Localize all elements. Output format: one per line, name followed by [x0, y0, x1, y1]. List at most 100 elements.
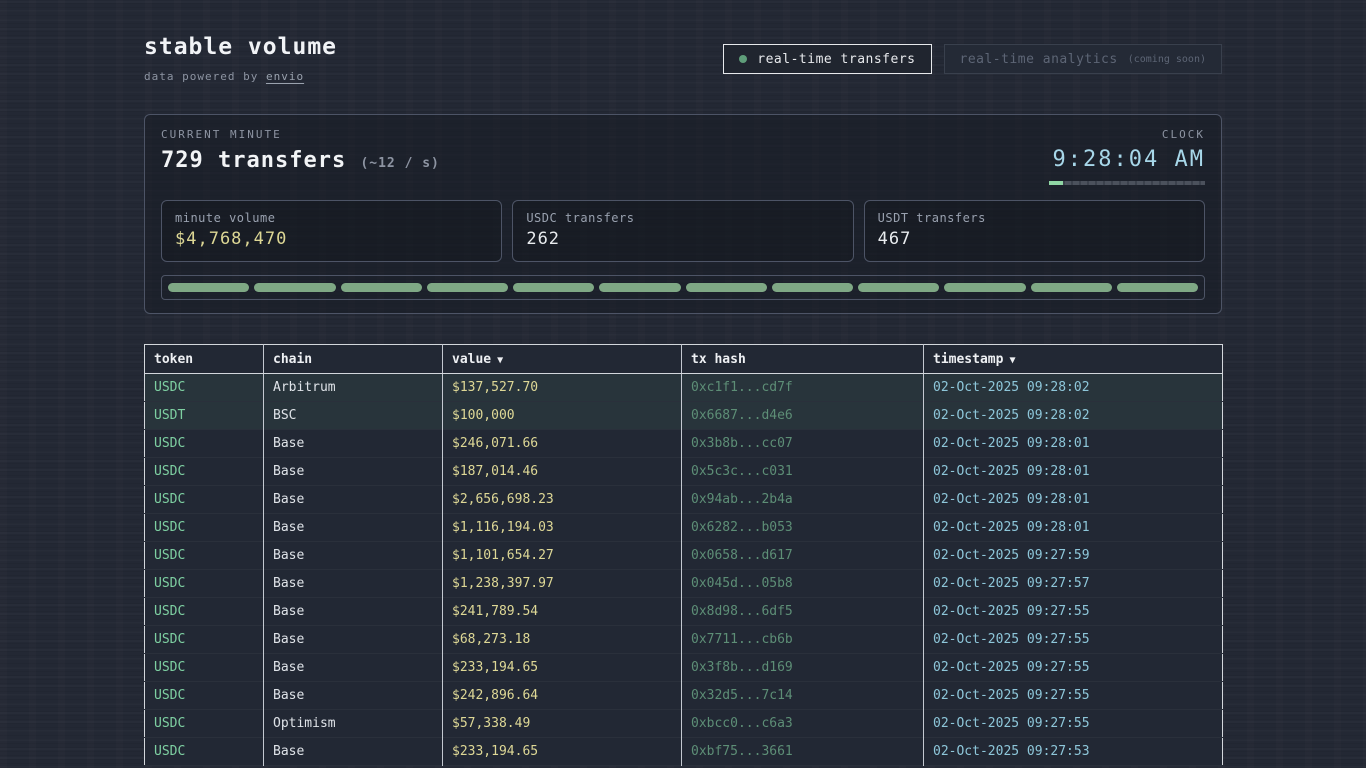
table-row: USDCOptimism$57,338.490xbcc0...c6a302-Oc…	[145, 710, 1223, 738]
tab-bar: real-time transfers real-time analytics …	[723, 44, 1222, 74]
table-row: USDCBase$1,238,397.970x045d...05b802-Oct…	[145, 570, 1223, 598]
capacity-segment	[1117, 283, 1198, 292]
cell-tx-hash[interactable]: 0xc1f1...cd7f	[682, 374, 924, 402]
cell-chain: Base	[264, 542, 443, 570]
cell-tx-hash[interactable]: 0x32d5...7c14	[682, 682, 924, 710]
cell-timestamp: 02-Oct-2025 09:28:01	[924, 458, 1223, 486]
cell-tx-hash[interactable]: 0x8d98...6df5	[682, 598, 924, 626]
envio-link[interactable]: envio	[266, 70, 304, 83]
capacity-segment	[772, 283, 853, 292]
cell-value: $137,527.70	[443, 374, 682, 402]
table-row: USDCBase$187,014.460x5c3c...c03102-Oct-2…	[145, 458, 1223, 486]
capacity-segment	[341, 283, 422, 292]
cell-token: USDC	[145, 570, 264, 598]
cell-token: USDC	[145, 710, 264, 738]
table-row: USDCBase$68,273.180x7711...cb6b02-Oct-20…	[145, 626, 1223, 654]
cell-value: $241,789.54	[443, 598, 682, 626]
cell-tx-hash[interactable]: 0x94ab...2b4a	[682, 486, 924, 514]
cell-timestamp: 02-Oct-2025 09:28:02	[924, 374, 1223, 402]
cell-timestamp: 02-Oct-2025 09:28:02	[924, 402, 1223, 430]
cell-tx-hash[interactable]: 0x0658...d617	[682, 542, 924, 570]
table-row: USDCBase$1,101,654.270x0658...d61702-Oct…	[145, 542, 1223, 570]
tab-real-time-analytics[interactable]: real-time analytics (coming soon)	[944, 44, 1223, 74]
tab-label: real-time transfers	[757, 52, 915, 67]
transfers-table: token chain value▼ tx hash timestamp▼ US…	[144, 344, 1223, 766]
cell-value: $2,656,698.23	[443, 486, 682, 514]
sort-desc-icon: ▼	[497, 355, 503, 366]
cell-chain: Optimism	[264, 710, 443, 738]
cell-tx-hash[interactable]: 0x6282...b053	[682, 514, 924, 542]
panel-top-row: CURRENT MINUTE 729 transfers (~12 / s) C…	[161, 128, 1205, 185]
capacity-segment	[686, 283, 767, 292]
cell-timestamp: 02-Oct-2025 09:27:59	[924, 542, 1223, 570]
cell-tx-hash[interactable]: 0xbf75...3661	[682, 738, 924, 766]
cell-token: USDC	[145, 682, 264, 710]
cell-tx-hash[interactable]: 0x3b8b...cc07	[682, 430, 924, 458]
cell-tx-hash[interactable]: 0x045d...05b8	[682, 570, 924, 598]
clock-block: CLOCK 9:28:04 AM	[1049, 128, 1205, 185]
cell-timestamp: 02-Oct-2025 09:28:01	[924, 430, 1223, 458]
cell-token: USDT	[145, 402, 264, 430]
cell-timestamp: 02-Oct-2025 09:27:55	[924, 710, 1223, 738]
table-row: USDTBSC$100,0000x6687...d4e602-Oct-2025 …	[145, 402, 1223, 430]
capacity-segment	[513, 283, 594, 292]
minute-progress-fill	[1049, 181, 1063, 185]
stat-usdc-transfers: USDC transfers 262	[512, 200, 853, 262]
cell-chain: Base	[264, 626, 443, 654]
brand-block: stable volume data powered by envio	[144, 34, 337, 83]
cell-timestamp: 02-Oct-2025 09:27:53	[924, 738, 1223, 766]
cell-timestamp: 02-Oct-2025 09:27:57	[924, 570, 1223, 598]
sort-desc-icon: ▼	[1009, 355, 1015, 366]
cell-value: $57,338.49	[443, 710, 682, 738]
cell-chain: Base	[264, 458, 443, 486]
cell-chain: Base	[264, 738, 443, 766]
cell-tx-hash[interactable]: 0x5c3c...c031	[682, 458, 924, 486]
cell-token: USDC	[145, 654, 264, 682]
cell-tx-hash[interactable]: 0x6687...d4e6	[682, 402, 924, 430]
table-header-row: token chain value▼ tx hash timestamp▼	[145, 345, 1223, 374]
tab-real-time-transfers[interactable]: real-time transfers	[723, 44, 931, 74]
cell-value: $1,116,194.03	[443, 514, 682, 542]
transfers-summary: CURRENT MINUTE 729 transfers (~12 / s)	[161, 128, 440, 173]
table-row: USDCBase$1,116,194.030x6282...b05302-Oct…	[145, 514, 1223, 542]
coming-soon-badge: (coming soon)	[1128, 54, 1206, 65]
cell-value: $233,194.65	[443, 654, 682, 682]
cell-tx-hash[interactable]: 0x3f8b...d169	[682, 654, 924, 682]
column-header-value[interactable]: value▼	[443, 345, 682, 374]
table-row: USDCBase$246,071.660x3b8b...cc0702-Oct-2…	[145, 430, 1223, 458]
cell-token: USDC	[145, 430, 264, 458]
table-row: USDCBase$233,194.650xbf75...366102-Oct-2…	[145, 738, 1223, 766]
cell-token: USDC	[145, 374, 264, 402]
cell-token: USDC	[145, 542, 264, 570]
cell-tx-hash[interactable]: 0x7711...cb6b	[682, 626, 924, 654]
stat-label: minute volume	[175, 211, 488, 225]
cell-tx-hash[interactable]: 0xbcc0...c6a3	[682, 710, 924, 738]
capacity-segment	[427, 283, 508, 292]
cell-timestamp: 02-Oct-2025 09:27:55	[924, 654, 1223, 682]
cell-timestamp: 02-Oct-2025 09:27:55	[924, 626, 1223, 654]
cell-token: USDC	[145, 514, 264, 542]
subtitle-text: data powered by	[144, 70, 258, 83]
cell-chain: BSC	[264, 402, 443, 430]
stat-usdt-transfers: USDT transfers 467	[864, 200, 1205, 262]
cell-timestamp: 02-Oct-2025 09:28:01	[924, 486, 1223, 514]
column-header-timestamp[interactable]: timestamp▼	[924, 345, 1223, 374]
live-dot-icon	[739, 55, 747, 63]
cell-chain: Base	[264, 570, 443, 598]
stat-value: $4,768,470	[175, 229, 488, 249]
cell-timestamp: 02-Oct-2025 09:28:01	[924, 514, 1223, 542]
cell-chain: Base	[264, 486, 443, 514]
stat-minute-volume: minute volume $4,768,470	[161, 200, 502, 262]
cell-token: USDC	[145, 598, 264, 626]
stat-value: 467	[878, 229, 1191, 249]
tab-label: real-time analytics	[960, 52, 1118, 67]
cell-token: USDC	[145, 458, 264, 486]
capacity-segment	[944, 283, 1025, 292]
cell-value: $1,101,654.27	[443, 542, 682, 570]
cell-value: $68,273.18	[443, 626, 682, 654]
capacity-segment	[168, 283, 249, 292]
cell-value: $187,014.46	[443, 458, 682, 486]
clock-time: 9:28:04 AM	[1049, 147, 1205, 172]
table-row: USDCBase$233,194.650x3f8b...d16902-Oct-2…	[145, 654, 1223, 682]
cell-value: $233,194.65	[443, 738, 682, 766]
